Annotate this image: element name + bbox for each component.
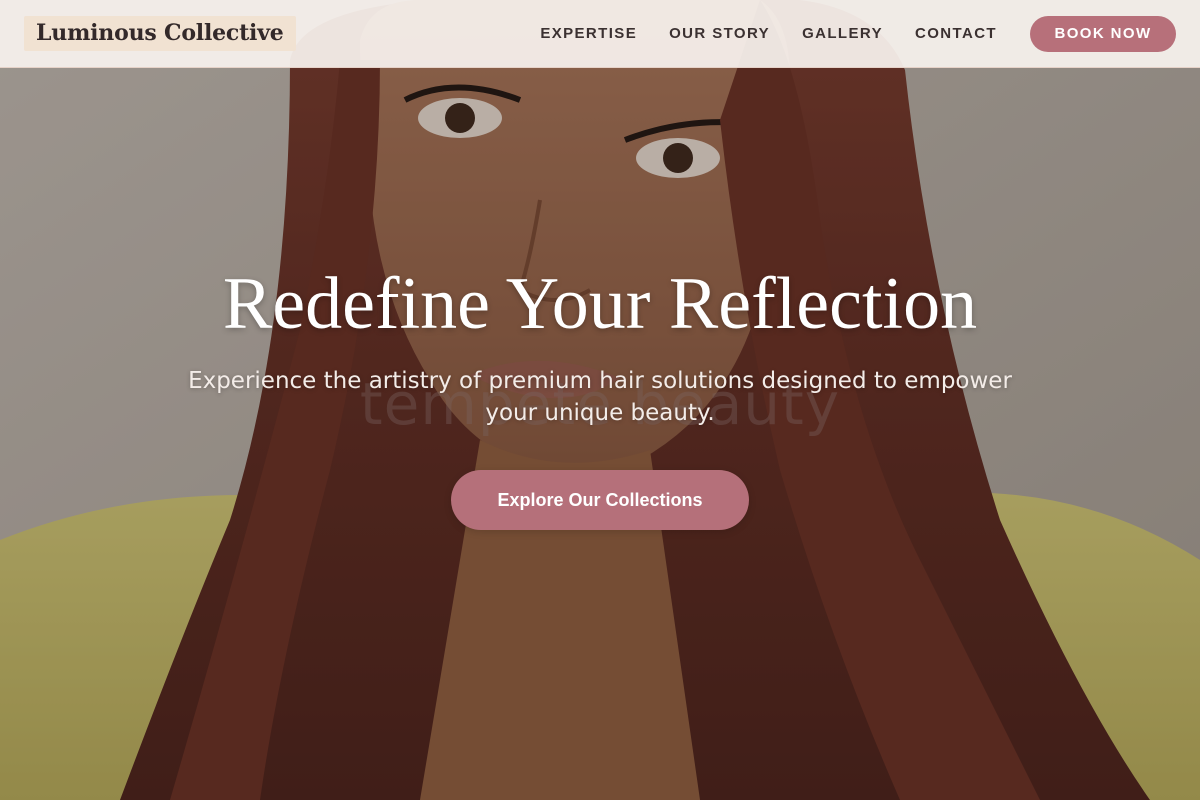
nav-link-gallery[interactable]: GALLERY: [802, 25, 883, 42]
hero-headline: Redefine Your Reflection: [222, 263, 978, 345]
book-now-button[interactable]: BOOK NOW: [1030, 15, 1176, 52]
nav-link-our-story[interactable]: OUR STORY: [669, 25, 770, 42]
hero-section: tempete beauty Redefine Your Reflection …: [0, 0, 1200, 800]
explore-collections-button[interactable]: Explore Our Collections: [451, 470, 749, 530]
hero-subtitle: Experience the artistry of premium hair …: [188, 368, 1012, 426]
main-nav: EXPERTISE OUR STORY GALLERY CONTACT BOOK…: [508, 15, 1176, 52]
nav-link-expertise[interactable]: EXPERTISE: [540, 25, 637, 42]
nav-link-contact[interactable]: CONTACT: [915, 25, 997, 42]
site-logo[interactable]: Luminous Collective: [24, 16, 296, 51]
site-header: Luminous Collective EXPERTISE OUR STORY …: [0, 0, 1200, 68]
